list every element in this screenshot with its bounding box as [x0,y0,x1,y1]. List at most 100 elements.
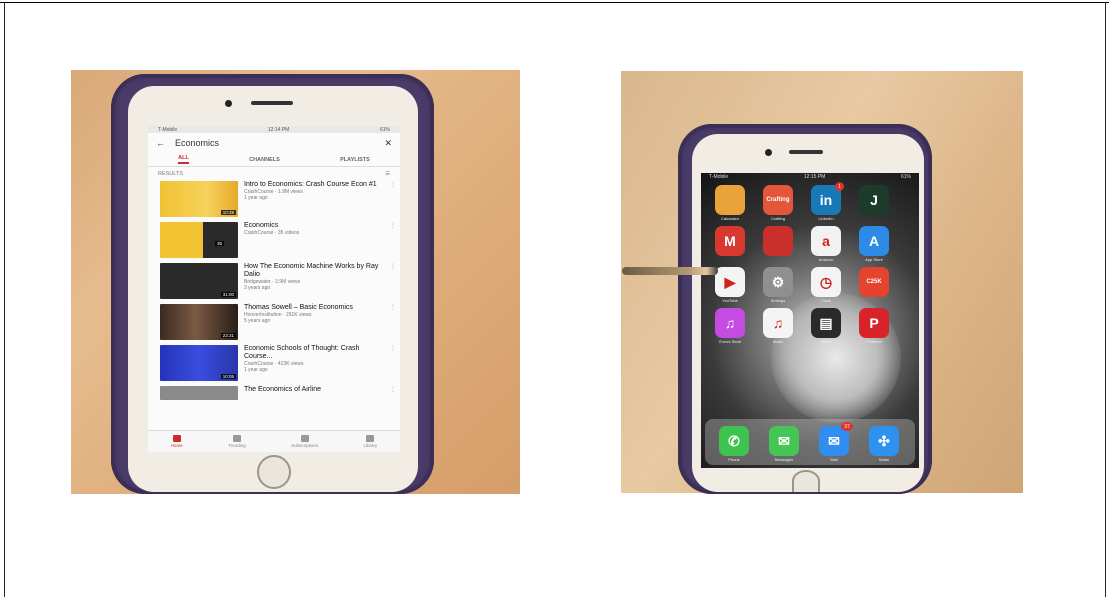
library-icon [366,435,375,442]
earpiece-speaker [789,150,823,154]
video-result[interactable]: 10:05 Economic Schools of Thought: Crash… [148,345,400,386]
video-result[interactable]: The Economics of Airline ⋮ [148,386,400,406]
video-duration: 10:39 [220,210,236,215]
dock-app-label: Messages [774,457,794,462]
video-duration: 10:05 [220,374,236,379]
video-title[interactable]: Thomas Sowell – Basic Economics [244,304,384,312]
more-options-icon[interactable]: ⋮ [390,222,396,229]
front-camera [765,149,772,156]
video-thumbnail[interactable]: 31:00 [160,263,238,299]
app-label: App Store [865,257,883,262]
dock-app-icon[interactable]: ✣ [869,426,899,456]
back-arrow-icon[interactable]: ← [156,138,165,148]
nav-subscriptions[interactable]: Subscriptions [291,435,318,448]
video-age: 1 year ago [244,367,268,373]
video-title[interactable]: Economics [244,222,384,230]
video-thumbnail[interactable]: 10:05 [160,345,238,381]
video-age: 1 year ago [244,195,268,201]
dock-app-label: Safari [878,457,890,462]
dock-app-icon[interactable]: ✉ [769,426,799,456]
video-thumbnail[interactable]: 23:31 [160,304,238,340]
video-duration: 23:31 [220,333,236,338]
app-icon[interactable]: ⚙ [763,267,793,297]
app-label: Clock [820,298,831,303]
app-icon[interactable]: J [859,185,889,215]
playlist-count: 35 [214,241,224,246]
video-title[interactable]: The Economics of Airline [244,386,384,394]
video-title[interactable]: How The Economic Machine Works by Ray Da… [244,263,384,279]
app-icon[interactable]: ◷ [811,267,841,297]
dock-app-label: Mail [830,457,838,462]
nav-trending-label: Trending [228,443,246,448]
frame-border-left [4,2,5,597]
more-options-icon[interactable]: ⋮ [390,386,396,393]
video-result[interactable]: 23:31 Thomas Sowell – Basic Economics Ho… [148,304,400,345]
app-label: Music [772,339,784,344]
search-bar[interactable]: ← Economics ✕ [148,133,400,153]
app-icon[interactable]: A [859,226,889,256]
search-query[interactable]: Economics [175,138,374,148]
frame-border-top [0,2,1109,3]
playlist-result[interactable]: 35 Economics CrashCourse · 35 videos ⋮ [148,222,400,263]
app-label: Settings [770,298,786,303]
notification-badge: 37 [841,422,853,431]
results-label: RESULTS [158,171,183,177]
more-options-icon[interactable]: ⋮ [390,304,396,311]
app-icon[interactable]: ♫ [715,308,745,338]
video-channel: CrashCourse · 35 videos [244,230,300,236]
app-icon[interactable]: ♫ [763,308,793,338]
app-icon[interactable]: ▤ [811,308,841,338]
app-label: iTunes Store [718,339,742,344]
results-header: RESULTS ☰ [148,167,400,181]
video-age: 3 years ago [244,285,271,291]
front-camera [225,100,232,107]
app-label: Wallet [820,339,832,344]
app-label: Calculator [720,216,739,221]
tab-channels[interactable]: CHANNELS [249,157,280,163]
nav-trending[interactable]: Trending [228,435,246,448]
home-button[interactable] [792,470,820,492]
app-label: Pinterest [866,339,882,344]
page: T-Mobile 12:14 PM 61% ← Economics ✕ ALL CH… [0,0,1109,597]
notification-badge: 1 [835,182,844,191]
video-thumbnail[interactable] [160,386,238,400]
subscriptions-icon [300,435,309,442]
app-icon[interactable]: Crafting [763,185,793,215]
nav-subscriptions-label: Subscriptions [291,443,319,448]
app-label: LinkedIn [818,216,834,221]
youtube-app-screen: T-Mobile 12:14 PM 61% ← Economics ✕ ALL CH… [148,126,400,452]
playlist-thumbnail[interactable]: 35 [160,222,238,258]
video-age: 5 years ago [244,318,271,324]
bottom-nav: Home Trending Subscriptions Library [148,430,400,452]
app-icon[interactable] [763,226,793,256]
more-options-icon[interactable]: ⋮ [390,181,396,188]
home-icon [172,435,181,442]
ios-home-screen: T-Mobile 12:15 PM 61% Calculator Crafting Cr… [701,173,919,468]
app-icon[interactable]: P [859,308,889,338]
dock-app-icon[interactable]: ✆ [719,426,749,456]
video-thumbnail[interactable]: 10:39 [160,181,238,217]
nav-library-label: Library [363,443,378,448]
home-button[interactable] [257,455,291,489]
video-title[interactable]: Intro to Economics: Crash Course Econ #1 [244,181,384,189]
more-options-icon[interactable]: ⋮ [390,263,396,270]
tab-all[interactable]: ALL [178,155,189,164]
nav-library[interactable]: Library [363,435,377,448]
video-result[interactable]: 31:00 How The Economic Machine Works by … [148,263,400,304]
app-icon[interactable]: a [811,226,841,256]
app-icon[interactable] [715,185,745,215]
app-label: YouTube [722,298,738,303]
video-title[interactable]: Economic Schools of Thought: Crash Cours… [244,345,384,361]
video-result[interactable]: 10:39 Intro to Economics: Crash Course E… [148,181,400,222]
status-bar: T-Mobile 12:14 PM 61% [148,126,400,133]
status-bar: T-Mobile 12:15 PM 61% [709,174,911,180]
close-icon[interactable]: ✕ [384,138,392,149]
app-icon[interactable]: M [715,226,745,256]
result-tabs: ALL CHANNELS PLAYLISTS [148,153,400,167]
nav-home[interactable]: Home [171,435,183,448]
more-options-icon[interactable]: ⋮ [390,345,396,352]
app-icon[interactable]: ▶ [715,267,745,297]
app-icon[interactable]: C25K [859,267,889,297]
tab-playlists[interactable]: PLAYLISTS [340,157,370,163]
filter-icon[interactable]: ☰ [385,171,390,177]
